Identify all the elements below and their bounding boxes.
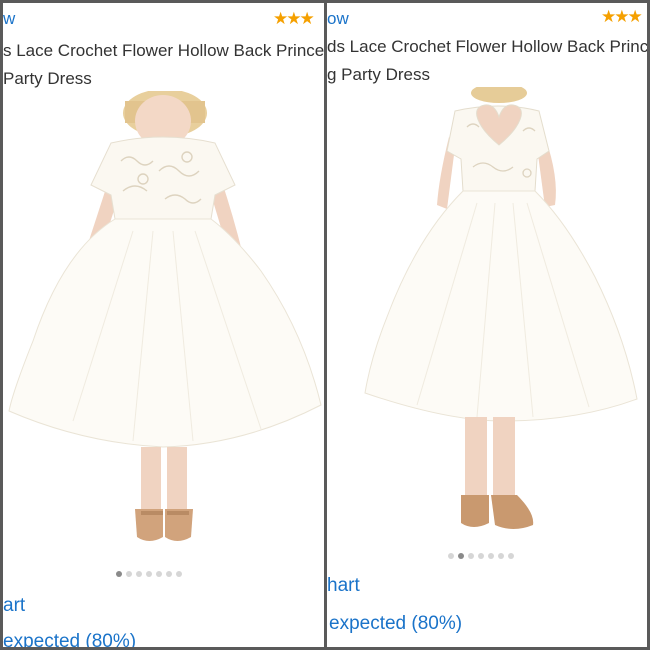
carousel-dot[interactable] [136, 571, 142, 577]
product-title-line2: g Party Dress [327, 65, 430, 84]
delivery-expected-text: expected (80%) [3, 631, 137, 647]
carousel-dot[interactable] [156, 571, 162, 577]
rating-stars[interactable]: ★★★ [601, 7, 643, 27]
carousel-dot[interactable] [126, 571, 132, 577]
carousel-dot[interactable] [176, 571, 182, 577]
rating-stars[interactable]: ★★★ [273, 9, 315, 29]
add-to-cart-link[interactable]: hart [327, 575, 360, 597]
brand-link-fragment[interactable]: w [3, 9, 15, 29]
product-image-back[interactable] [327, 87, 647, 547]
brand-link-fragment[interactable]: ow [327, 9, 349, 29]
product-image-front[interactable] [3, 91, 324, 561]
carousel-dot[interactable] [478, 553, 484, 559]
add-to-cart-link[interactable]: art [3, 595, 25, 617]
carousel-dot[interactable] [488, 553, 494, 559]
image-carousel-dots[interactable] [448, 553, 514, 559]
carousel-dot[interactable] [508, 553, 514, 559]
product-title-line2: Party Dress [3, 69, 92, 88]
carousel-dot[interactable] [448, 553, 454, 559]
image-carousel-dots[interactable] [116, 571, 182, 577]
carousel-dot[interactable] [166, 571, 172, 577]
carousel-dot[interactable] [468, 553, 474, 559]
carousel-dot[interactable] [498, 553, 504, 559]
delivery-expected-text: expected (80%) [329, 613, 463, 634]
product-title-line1: ds Lace Crochet Flower Hollow Back Princ… [327, 37, 647, 56]
carousel-dot[interactable] [146, 571, 152, 577]
product-title-line1: s Lace Crochet Flower Hollow Back Prince… [3, 41, 324, 60]
carousel-dot[interactable] [458, 553, 464, 559]
product-panel-right: ow ★★★ ds Lace Crochet Flower Hollow Bac… [327, 3, 647, 647]
product-panel-left: w ★★★ s Lace Crochet Flower Hollow Back … [3, 3, 324, 647]
carousel-dot[interactable] [116, 571, 122, 577]
